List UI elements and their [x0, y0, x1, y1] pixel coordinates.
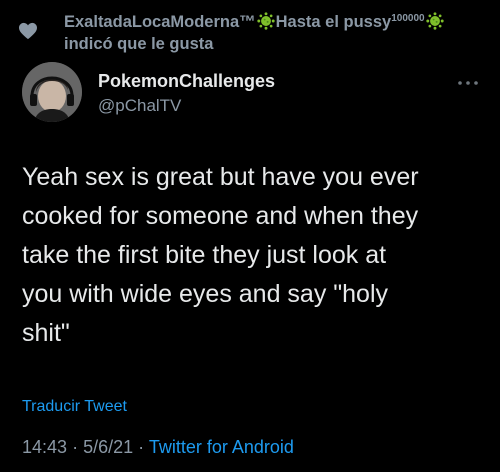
liker-name[interactable]: ExaltadaLocaModerna™	[64, 13, 256, 31]
display-name[interactable]: PokemonChallenges	[98, 71, 275, 92]
more-options-icon[interactable]	[456, 78, 480, 88]
liker-name-superscript: 100000	[391, 13, 425, 24]
tweet-text: Yeah sex is great but have you ever cook…	[22, 163, 419, 347]
heart-icon	[19, 22, 37, 40]
user-handle[interactable]: @pChalTV	[98, 96, 181, 116]
separator: ·	[138, 437, 145, 457]
virus-icon	[425, 12, 444, 30]
translate-tweet-link[interactable]: Traducir Tweet	[22, 398, 127, 416]
avatar[interactable]	[22, 62, 82, 122]
avatar-image	[22, 62, 82, 122]
liked-by-context: ExaltadaLocaModerna™ Hasta el pussy100000…	[64, 8, 484, 55]
liker-name-part-2: Hasta el pussy	[275, 13, 392, 31]
separator: ·	[72, 437, 79, 457]
tweet-time: 14:43	[22, 437, 68, 457]
tweet-metadata: 14:43 · 5/6/21 · Twitter for Android	[22, 437, 294, 458]
tweet-date: 5/6/21	[83, 437, 134, 457]
liked-suffix: indicó que le gusta	[64, 35, 214, 53]
virus-icon	[257, 12, 275, 30]
tweet-source-link[interactable]: Twitter for Android	[149, 437, 294, 457]
